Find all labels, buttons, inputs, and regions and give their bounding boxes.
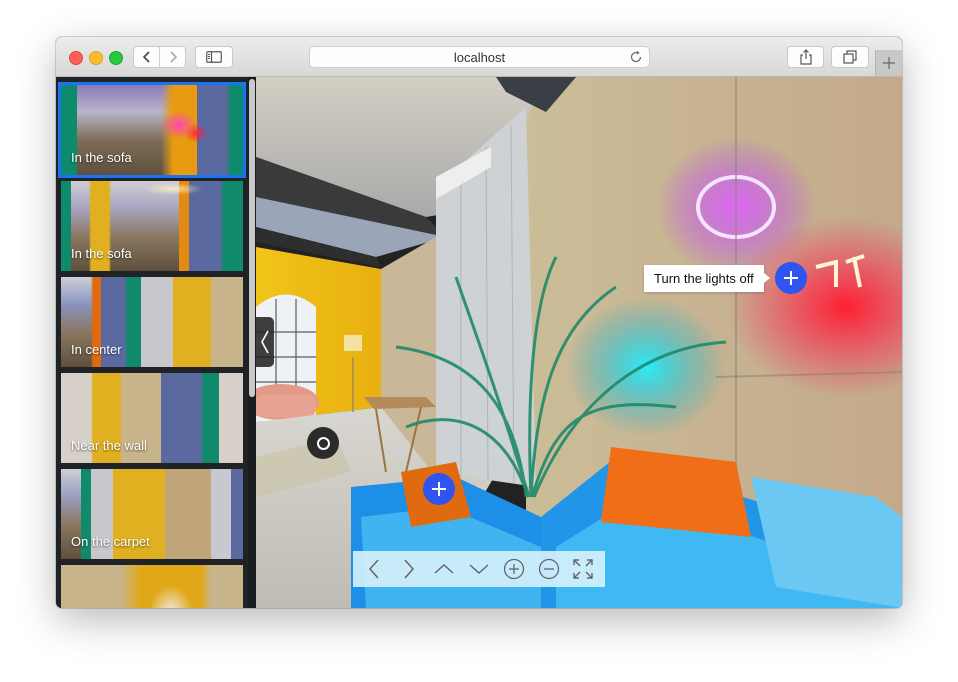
show-tabs-button[interactable]	[831, 46, 869, 68]
plus-icon	[883, 57, 895, 69]
chevron-left-icon	[142, 51, 150, 63]
move-left-button[interactable]	[360, 555, 388, 583]
gallery-scrollbar[interactable]	[248, 77, 256, 608]
forward-button[interactable]	[159, 47, 185, 67]
chevron-left-icon	[261, 330, 269, 354]
sidebar-toggle-button[interactable]	[195, 46, 233, 68]
gallery-item[interactable]	[61, 565, 243, 608]
pillow-hotspot-button[interactable]	[423, 473, 455, 505]
minimize-window-button[interactable]	[89, 51, 103, 65]
move-up-button[interactable]	[430, 555, 458, 583]
thumbnail-image	[61, 565, 243, 608]
share-button[interactable]	[787, 46, 824, 68]
fullscreen-icon	[573, 559, 594, 579]
gallery-item-label: In the sofa	[71, 150, 132, 165]
sidebar-icon	[206, 51, 222, 63]
gallery-item-label: In the sofa	[71, 246, 132, 261]
chevron-down-icon	[469, 564, 489, 575]
move-right-button[interactable]	[395, 555, 423, 583]
tabs-icon	[843, 50, 857, 64]
zoom-in-button[interactable]	[500, 555, 528, 583]
move-down-button[interactable]	[465, 555, 493, 583]
browser-window: localhost In the sofa In the sofa In cen…	[56, 37, 902, 608]
gallery-item-label: Near the wall	[71, 438, 147, 453]
reload-icon	[630, 50, 642, 63]
zoom-out-icon	[538, 558, 559, 580]
page-content: In the sofa In the sofa In center Near t…	[56, 77, 902, 608]
plus-icon	[784, 271, 798, 285]
chevron-right-icon	[169, 51, 177, 63]
gallery-item[interactable]: In center	[61, 277, 243, 367]
circle-icon	[316, 436, 330, 450]
hotspot-tooltip: Turn the lights off	[644, 265, 770, 292]
gallery-item-label: On the carpet	[71, 534, 150, 549]
scrollbar-thumb[interactable]	[249, 79, 255, 397]
scene-link-marker[interactable]	[307, 427, 339, 459]
close-window-button[interactable]	[69, 51, 83, 65]
history-nav	[133, 46, 186, 68]
gallery-item[interactable]: On the carpet	[61, 469, 243, 559]
panorama-viewer[interactable]: Turn the lights off	[256, 77, 902, 608]
gallery-item[interactable]: In the sofa	[58, 82, 246, 178]
tooltip-text: Turn the lights off	[654, 271, 754, 286]
gallery-item[interactable]: In the sofa	[61, 181, 243, 271]
viewer-controls	[353, 551, 605, 587]
plus-icon	[432, 482, 446, 496]
maximize-window-button[interactable]	[109, 51, 123, 65]
chevron-right-icon	[404, 559, 415, 579]
address-bar[interactable]: localhost	[309, 46, 650, 68]
browser-toolbar: localhost	[56, 37, 902, 77]
chevron-left-icon	[369, 559, 379, 579]
panorama-scene	[256, 77, 902, 608]
fullscreen-button[interactable]	[569, 555, 597, 583]
zoom-in-icon	[503, 558, 524, 580]
share-icon	[799, 49, 812, 65]
lights-hotspot-button[interactable]	[775, 262, 807, 294]
chevron-up-icon	[434, 563, 454, 574]
zoom-out-button[interactable]	[535, 555, 563, 583]
new-tab-button[interactable]	[875, 50, 902, 76]
back-button[interactable]	[134, 47, 159, 67]
reload-button[interactable]	[629, 50, 643, 67]
gallery-item-label: In center	[71, 342, 122, 357]
url-text: localhost	[453, 49, 506, 65]
gallery-item[interactable]: Near the wall	[61, 373, 243, 463]
collapse-gallery-button[interactable]	[256, 317, 274, 367]
panorama-gallery: In the sofa In the sofa In center Near t…	[56, 77, 256, 608]
